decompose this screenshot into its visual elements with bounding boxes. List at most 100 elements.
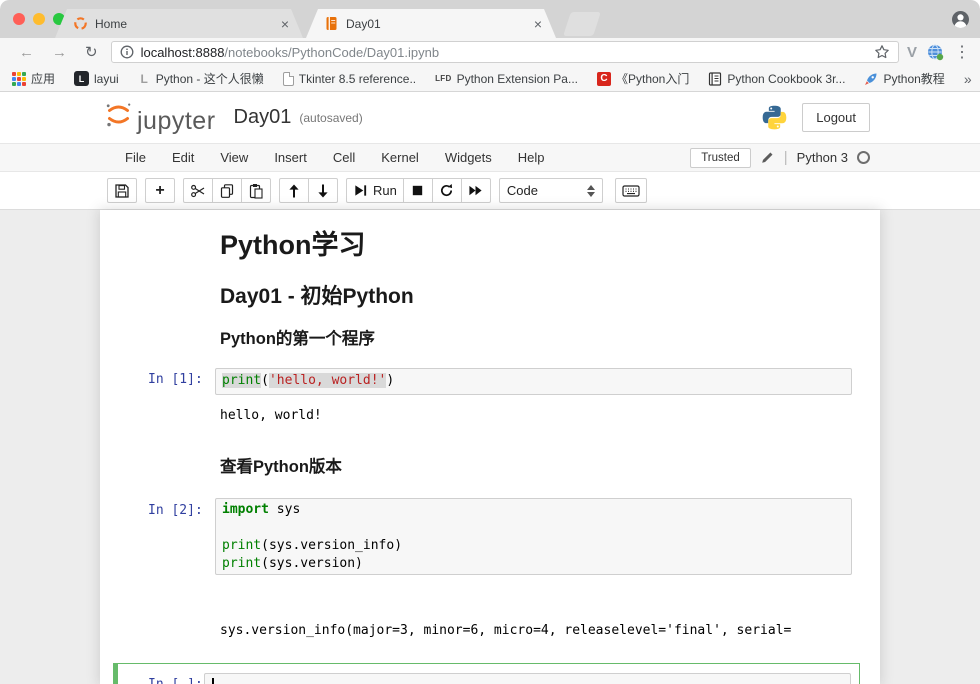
menu-file[interactable]: File — [112, 150, 159, 165]
logout-button[interactable]: Logout — [802, 103, 870, 132]
menu-insert[interactable]: Insert — [261, 150, 320, 165]
menu-items: File Edit View Insert Cell Kernel Widget… — [112, 150, 558, 165]
heading-first-program[interactable]: Python的第一个程序 — [220, 325, 375, 349]
select-arrows-icon — [587, 185, 595, 197]
bookmark-label: 应用 — [31, 70, 55, 87]
bookmark-tkinter[interactable]: Tkinter 8.5 reference.. — [283, 72, 416, 86]
save-button[interactable] — [107, 178, 137, 203]
cut-cell-button[interactable] — [183, 178, 213, 203]
run-cell-button[interactable]: Run — [346, 178, 404, 203]
trusted-button[interactable]: Trusted — [690, 148, 751, 168]
new-tab-button[interactable] — [563, 12, 601, 36]
tab-day01[interactable]: Day01 × — [306, 9, 556, 38]
bookmark-python-tutorial[interactable]: Python教程 — [864, 70, 944, 87]
code-line: print(sys.version) — [222, 555, 845, 573]
paste-cell-button[interactable] — [241, 178, 271, 203]
tab-home[interactable]: Home × — [55, 9, 303, 38]
menu-widgets[interactable]: Widgets — [432, 150, 505, 165]
cell-type-value: Code — [507, 183, 538, 198]
tab-day01-label: Day01 — [346, 17, 532, 31]
code-cell-1[interactable]: print('hello, world!') — [215, 368, 852, 395]
bookmark-extension-packages[interactable]: LFD Python Extension Pa... — [435, 72, 578, 86]
rocket-icon — [864, 72, 878, 86]
move-cell-down-button[interactable] — [308, 178, 338, 203]
omnibox[interactable]: localhost:8888/notebooks/PythonCode/Day0… — [111, 41, 899, 63]
bookmark-apps[interactable]: 应用 — [12, 70, 55, 87]
edit-pencil-icon[interactable] — [760, 150, 775, 165]
bookmarks-overflow-icon[interactable]: » — [964, 71, 972, 87]
copy-cell-button[interactable] — [212, 178, 242, 203]
move-cell-up-button[interactable] — [279, 178, 309, 203]
extension-v-icon[interactable]: V — [907, 44, 917, 61]
tab-day01-close-icon[interactable]: × — [532, 16, 544, 32]
page-info-icon[interactable] — [120, 45, 134, 59]
jupyter-logo-text: jupyter — [137, 107, 216, 136]
jupyter-logo-icon — [104, 100, 133, 129]
bookmark-label: Python Extension Pa... — [457, 72, 578, 86]
url-host: localhost:8888 — [141, 45, 225, 60]
code-cell-3-selected[interactable]: In [ ]: — [113, 663, 860, 684]
chrome-menu-icon[interactable]: ⋮ — [954, 42, 970, 62]
bookmarks-bar: 应用 L layui L Python - 这个人很懒 Tkinter 8.5 … — [0, 66, 980, 92]
notebook-title[interactable]: Day01 — [234, 106, 292, 129]
heading-day01[interactable]: Day01 - 初始Python — [220, 280, 414, 310]
kernel-name: Python 3 — [797, 150, 848, 165]
bookmark-python-lazy[interactable]: L Python - 这个人很懒 — [138, 70, 264, 87]
input-prompt-2: In [2]: — [148, 503, 203, 518]
python-logo-icon — [761, 104, 788, 131]
code-cell-2[interactable]: import sys print(sys.version_info) print… — [215, 498, 852, 575]
document-icon — [283, 72, 294, 86]
forward-icon[interactable]: → — [43, 44, 76, 61]
text-cursor — [212, 678, 214, 684]
bookmark-label: Python Cookbook 3r... — [727, 72, 845, 86]
browser-window: Home × Day01 × ← → ↻ localhost:8888/note… — [0, 0, 980, 684]
heading-check-version[interactable]: 查看Python版本 — [220, 453, 342, 477]
interrupt-kernel-button[interactable] — [403, 178, 433, 203]
minimize-window-button[interactable] — [33, 13, 45, 25]
bookmark-label: layui — [94, 72, 119, 86]
menu-edit[interactable]: Edit — [159, 150, 207, 165]
profile-avatar-icon[interactable] — [951, 10, 970, 29]
bookmark-star-icon[interactable] — [874, 44, 890, 60]
bookmark-layui[interactable]: L layui — [74, 71, 119, 86]
bookmark-label: Python - 这个人很懒 — [156, 70, 264, 87]
book-icon — [708, 72, 722, 86]
add-cell-button[interactable]: + — [145, 178, 175, 203]
command-palette-button[interactable] — [615, 178, 647, 203]
tab-home-label: Home — [95, 17, 279, 31]
separator: | — [784, 149, 788, 166]
notebook-container: Python学习 Day01 - 初始Python Python的第一个程序 I… — [100, 210, 880, 684]
menu-view[interactable]: View — [207, 150, 261, 165]
restart-run-all-button[interactable] — [461, 178, 491, 203]
autosave-status: (autosaved) — [299, 111, 362, 125]
plus-icon: + — [155, 183, 164, 199]
jupyter-spinner-icon — [73, 16, 88, 31]
input-prompt-3: In [ ]: — [148, 677, 203, 684]
close-window-button[interactable] — [13, 13, 25, 25]
reload-icon[interactable]: ↻ — [76, 43, 107, 61]
tab-home-close-icon[interactable]: × — [279, 16, 291, 32]
heading-python-study[interactable]: Python学习 — [220, 223, 366, 262]
restart-kernel-button[interactable] — [432, 178, 462, 203]
bookmark-python-intro[interactable]: C 《Python入门 — [597, 70, 689, 87]
code-line: import sys — [222, 501, 845, 519]
code-line — [222, 519, 845, 537]
bookmark-label: 《Python入门 — [616, 70, 689, 87]
menu-cell[interactable]: Cell — [320, 150, 368, 165]
cell-type-select[interactable]: Code — [499, 178, 603, 203]
code-line: print('hello, world!') — [222, 372, 845, 390]
letter-l-icon: L — [138, 72, 151, 86]
notebook-favicon-icon — [324, 16, 339, 31]
url-text: localhost:8888/notebooks/PythonCode/Day0… — [141, 45, 874, 60]
bookmark-cookbook[interactable]: Python Cookbook 3r... — [708, 72, 845, 86]
extension-globe-icon[interactable] — [927, 44, 944, 61]
menubar-right: Trusted | Python 3 — [690, 148, 870, 168]
back-icon[interactable]: ← — [10, 44, 43, 61]
notebook-menubar: File Edit View Insert Cell Kernel Widget… — [0, 143, 980, 172]
code-line: print(sys.version_info) — [222, 537, 845, 555]
menu-help[interactable]: Help — [505, 150, 558, 165]
menu-kernel[interactable]: Kernel — [368, 150, 432, 165]
jupyter-logo[interactable]: jupyter — [104, 100, 216, 136]
code-cell-3-editor[interactable] — [204, 673, 851, 684]
layui-icon: L — [74, 71, 89, 86]
